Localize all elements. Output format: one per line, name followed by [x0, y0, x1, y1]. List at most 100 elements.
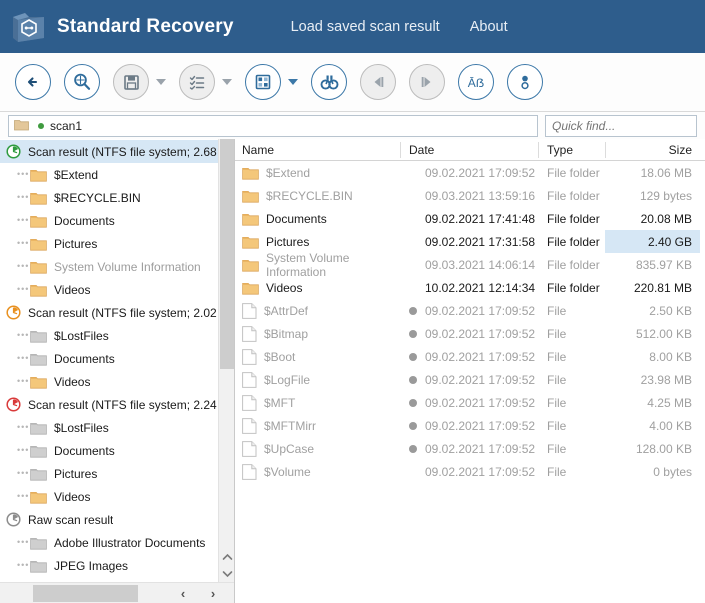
tree-item-documents[interactable]: ••• Documents	[0, 439, 218, 462]
table-row[interactable]: System Volume Information 09.03.2021 14:0…	[235, 251, 705, 279]
table-row[interactable]: $MFT 09.02.2021 17:09:52 File 4.25 MB	[235, 391, 705, 414]
column-header-type[interactable]: Type	[538, 139, 605, 161]
tree-item-videos[interactable]: ••• Videos	[0, 485, 218, 508]
table-row[interactable]: Videos 10.02.2021 12:14:34 File folder 220.…	[235, 276, 705, 299]
chevron-down-icon[interactable]	[219, 565, 234, 582]
tree-connector-icon: •••	[17, 492, 30, 501]
tree-item-system-volume-information[interactable]: ••• System Volume Information	[0, 255, 218, 278]
tree-item-extend[interactable]: ••• $Extend	[0, 163, 218, 186]
cell-date: 09.02.2021 17:09:52	[400, 322, 538, 345]
tree-item-pictures[interactable]: ••• Pictures	[0, 462, 218, 485]
header-link-about[interactable]: About	[470, 19, 508, 35]
tree-item-label: JPEG Images	[54, 558, 129, 573]
table-row[interactable]: $Bitmap 09.02.2021 17:09:52 File 512.00 KB	[235, 322, 705, 345]
file-date-label: 10.02.2021 12:14:34	[425, 280, 536, 295]
tree-item-videos[interactable]: ••• Videos	[0, 278, 218, 301]
column-header-size[interactable]: Size	[605, 139, 700, 161]
chevron-left-icon[interactable]: ‹	[172, 583, 194, 603]
table-row[interactable]: $UpCase 09.02.2021 17:09:52 File 128.00 KB	[235, 437, 705, 460]
column-header-name[interactable]: Name	[235, 139, 400, 161]
path-box[interactable]: scan1	[8, 114, 538, 137]
file-name-label: $MFT	[264, 395, 296, 410]
magnifier-icon	[74, 73, 91, 90]
tree-item-scan-result-ntfs-file-system-2-02-gb[interactable]: Scan result (NTFS file system; 2.02 GB	[0, 301, 218, 324]
tree-item-lostfiles[interactable]: ••• $LostFiles	[0, 416, 218, 439]
tree-item-documents[interactable]: ••• Documents	[0, 209, 218, 232]
file-icon	[242, 463, 257, 480]
cell-size: 4.00 KB	[649, 418, 692, 433]
list-view-button[interactable]	[179, 64, 215, 100]
tree-item-scan-result-ntfs-file-system-2-68-gb[interactable]: Scan result (NTFS file system; 2.68 GB	[0, 140, 218, 163]
encoding-button[interactable]: Āẞ	[458, 64, 494, 100]
folder-icon	[30, 352, 47, 366]
cell-name: System Volume Information	[235, 251, 400, 279]
account-button[interactable]	[507, 64, 543, 100]
cell-name: $Bitmap	[235, 322, 400, 345]
grid-view-dropdown-caret[interactable]	[288, 79, 298, 85]
file-icon	[242, 417, 257, 434]
cell-size: 220.81 MB	[633, 280, 692, 295]
table-row[interactable]: $AttrDef 09.02.2021 17:09:52 File 2.50 KB	[235, 299, 705, 322]
cell-type: File	[547, 326, 567, 341]
folder-icon	[30, 260, 47, 274]
chevron-up-icon[interactable]	[219, 548, 234, 565]
cell-size: 18.06 MB	[640, 165, 692, 180]
table-row[interactable]: Documents 09.02.2021 17:41:48 File folder 2…	[235, 207, 705, 230]
tree-connector-icon: •••	[17, 239, 30, 248]
tree-item-adobe-illustrator-documents[interactable]: ••• Adobe Illustrator Documents	[0, 531, 218, 554]
tree-item-label: $LostFiles	[54, 420, 109, 435]
cell-name: $Extend	[235, 161, 400, 184]
column-header-date[interactable]: Date	[400, 139, 538, 161]
tree-item-documents[interactable]: ••• Documents	[0, 347, 218, 370]
cell-name: $Boot	[235, 345, 400, 368]
cell-date: 09.02.2021 17:09:52	[400, 460, 538, 483]
toolbar: Āẞ	[0, 53, 705, 112]
file-state-dot-icon	[409, 375, 417, 384]
table-row[interactable]: $Extend 09.02.2021 17:09:52 File folder 18.…	[235, 161, 705, 184]
file-icon	[242, 394, 257, 411]
path-text: scan1	[50, 118, 83, 133]
tree-item-videos[interactable]: ••• Videos	[0, 370, 218, 393]
table-row[interactable]: $RECYCLE.BIN 09.03.2021 13:59:16 File fold…	[235, 184, 705, 207]
file-name-label: $Extend	[266, 165, 311, 180]
tree-item-pictures[interactable]: ••• Pictures	[0, 232, 218, 255]
sidebar-horizontal-scrollbar[interactable]: ‹ ›	[0, 582, 234, 603]
cell-size: 8.00 KB	[649, 349, 692, 364]
quickfind-box[interactable]	[545, 114, 705, 137]
folder-icon	[30, 375, 47, 389]
table-row[interactable]: $LogFile 09.02.2021 17:09:52 File 23.98 MB	[235, 368, 705, 391]
save-dropdown-caret[interactable]	[156, 79, 166, 85]
prev-button[interactable]	[360, 64, 396, 100]
scan-button[interactable]	[64, 64, 100, 100]
find-button[interactable]	[311, 64, 347, 100]
header-link-load-scan[interactable]: Load saved scan result	[291, 19, 440, 35]
sidebar-vertical-scroll-thumb[interactable]	[220, 139, 234, 369]
clock-icon	[6, 512, 21, 527]
tree-item-scan-result-ntfs-file-system-2-24-gb[interactable]: Scan result (NTFS file system; 2.24 GB	[0, 393, 218, 416]
tree-item-lostfiles[interactable]: ••• $LostFiles	[0, 324, 218, 347]
sidebar-vertical-scrollbar[interactable]	[218, 139, 234, 582]
file-icon	[242, 325, 257, 342]
table-row[interactable]: $Boot 09.02.2021 17:09:52 File 8.00 KB	[235, 345, 705, 368]
tree-item-jpeg-images[interactable]: ••• JPEG Images	[0, 554, 218, 577]
quickfind-input[interactable]	[546, 115, 705, 136]
sidebar-horizontal-scroll-thumb[interactable]	[33, 585, 138, 602]
file-name-label: $Bitmap	[264, 326, 309, 341]
chevron-right-icon[interactable]: ›	[202, 583, 224, 603]
table-row[interactable]: $Volume 09.02.2021 17:09:52 File 0 bytes	[235, 460, 705, 483]
save-button[interactable]	[113, 64, 149, 100]
list-view-dropdown-caret[interactable]	[222, 79, 232, 85]
tree-connector-icon: •••	[17, 331, 30, 340]
file-name-label: $LogFile	[264, 372, 311, 387]
table-row[interactable]: $MFTMirr 09.02.2021 17:09:52 File 4.00 KB	[235, 414, 705, 437]
tree-connector-icon: •••	[17, 538, 30, 547]
tree-item-raw-scan-result[interactable]: Raw scan result	[0, 508, 218, 531]
tree-item-recycle-bin[interactable]: ••• $RECYCLE.BIN	[0, 186, 218, 209]
file-date-label: 09.02.2021 17:09:52	[425, 349, 536, 364]
next-button[interactable]	[409, 64, 445, 100]
back-button[interactable]	[15, 64, 51, 100]
svg-text:Āẞ: Āẞ	[468, 76, 484, 90]
cell-name: $LogFile	[235, 368, 400, 391]
file-name-label: Documents	[266, 211, 327, 226]
grid-view-button[interactable]	[245, 64, 281, 100]
